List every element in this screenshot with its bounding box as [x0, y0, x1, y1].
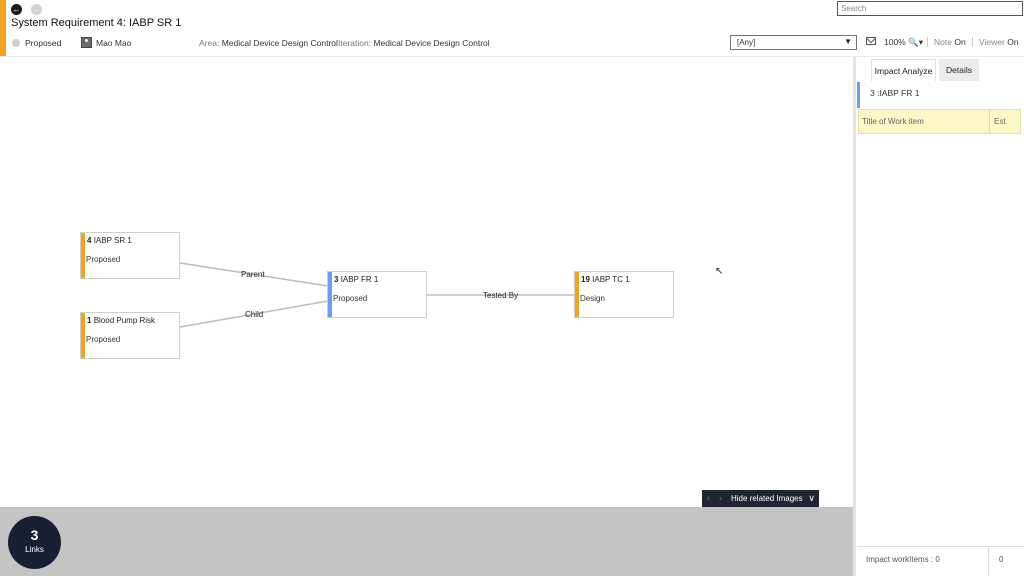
- zoom-magnifier-icon: 🔍▾: [908, 37, 923, 47]
- chevron-left-icon[interactable]: ‹: [707, 490, 710, 507]
- node-title: 3 IABP FR 1: [334, 275, 378, 284]
- mouse-cursor-icon: ↖: [715, 266, 724, 277]
- node-state: Proposed: [333, 294, 368, 303]
- search-input[interactable]: [837, 1, 1023, 16]
- toolbar-separator: [972, 37, 973, 47]
- links-badge[interactable]: 3 Links: [8, 516, 61, 569]
- envelope-icon[interactable]: [866, 37, 876, 45]
- node-title: 4 IABP SR 1: [87, 236, 132, 245]
- zoom-control[interactable]: 100% 🔍▾: [884, 37, 923, 48]
- back-arrow-icon[interactable]: ←: [11, 4, 22, 15]
- header-accent-bar: [0, 0, 6, 56]
- note-value: On: [954, 37, 966, 47]
- node-id: 1: [87, 316, 92, 325]
- node-title: 19 IABP TC 1: [581, 275, 630, 284]
- column-header-est[interactable]: Est: [989, 110, 1006, 133]
- graph-node[interactable]: 4 IABP SR 1 Proposed: [80, 232, 180, 279]
- tab-details[interactable]: Details: [939, 59, 979, 81]
- selected-work-item-label: 3 :IABP FR 1: [870, 88, 920, 98]
- double-chevron-down-icon: ∨: [808, 493, 815, 503]
- related-images-strip: [0, 507, 853, 576]
- note-label: Note: [934, 37, 952, 47]
- state-dot-icon: [12, 39, 20, 47]
- node-type-stripe: [328, 272, 332, 317]
- node-id: 4: [87, 236, 92, 245]
- graph-node[interactable]: 19 IABP TC 1 Design: [574, 271, 674, 318]
- node-name: Blood Pump Risk: [93, 316, 156, 325]
- viewer-toggle[interactable]: Viewer On: [979, 37, 1019, 47]
- tab-impact-analyze[interactable]: Impact Analyze: [871, 59, 936, 81]
- links-count: 3: [30, 527, 39, 543]
- node-name: IABP SR 1: [93, 236, 132, 245]
- node-type-stripe: [81, 313, 85, 358]
- edge-label-parent: Parent: [241, 270, 265, 279]
- selected-work-item[interactable]: 3 :IABP FR 1: [857, 82, 1023, 108]
- links-label: Links: [25, 545, 44, 554]
- area-value: Medical Device Design Control: [221, 38, 338, 48]
- relationship-graph-canvas[interactable]: 4 IABP SR 1 Proposed 1 Blood Pump Risk P…: [0, 57, 853, 507]
- node-id: 3: [334, 275, 339, 284]
- page-title: System Requirement 4: IABP SR 1: [11, 17, 182, 29]
- node-state: Proposed: [86, 255, 121, 264]
- state-label[interactable]: Proposed: [25, 38, 61, 48]
- impact-footer: Impact workItems : 0 0: [857, 546, 1024, 576]
- impact-workitems-count: Impact workItems : 0: [866, 555, 940, 564]
- iteration-value: Medical Device Design Control: [373, 38, 490, 48]
- node-name: IABP TC 1: [592, 275, 630, 284]
- node-name: IABP FR 1: [340, 275, 379, 284]
- work-item-stripe: [857, 82, 860, 108]
- iteration-label: Iteration:: [338, 38, 372, 48]
- graph-node-selected[interactable]: 3 IABP FR 1 Proposed: [327, 271, 427, 318]
- area-field[interactable]: Area: Medical Device Design Control: [199, 38, 338, 48]
- chevron-down-icon: ▼: [844, 37, 852, 46]
- user-avatar-icon: [81, 37, 92, 48]
- hide-related-images-button[interactable]: ‹ › Hide related Images ∨: [702, 490, 819, 507]
- hide-related-images-label: Hide related Images: [731, 494, 803, 503]
- iteration-field[interactable]: Iteration: Medical Device Design Control: [338, 38, 490, 48]
- node-title: 1 Blood Pump Risk: [87, 316, 155, 325]
- panel-divider[interactable]: [853, 57, 856, 576]
- node-type-stripe: [575, 272, 579, 317]
- column-header-title[interactable]: Title of Work item: [862, 117, 924, 126]
- edge-label-tested-by: Tested By: [483, 291, 519, 300]
- assignee-label[interactable]: Mao Mao: [96, 38, 131, 48]
- viewer-label: Viewer: [979, 37, 1005, 47]
- chevron-right-icon[interactable]: ›: [719, 490, 722, 507]
- node-state: Design: [580, 294, 605, 303]
- note-toggle[interactable]: Note On: [934, 37, 966, 47]
- node-id: 19: [581, 275, 590, 284]
- node-type-stripe: [81, 233, 85, 278]
- filter-select[interactable]: [Any] ▼: [730, 35, 857, 50]
- filter-selected-value: [Any]: [737, 38, 756, 47]
- impact-total-value: 0: [988, 547, 1003, 576]
- edge-label-child: Child: [245, 310, 264, 319]
- forward-arrow-icon[interactable]: →: [31, 4, 42, 15]
- toolbar-separator: [927, 37, 928, 47]
- area-label: Area:: [199, 38, 220, 48]
- impact-grid-header: Title of Work item Est: [858, 109, 1021, 134]
- graph-node[interactable]: 1 Blood Pump Risk Proposed: [80, 312, 180, 359]
- zoom-value: 100%: [884, 37, 906, 47]
- viewer-value: On: [1007, 37, 1019, 47]
- node-state: Proposed: [86, 335, 121, 344]
